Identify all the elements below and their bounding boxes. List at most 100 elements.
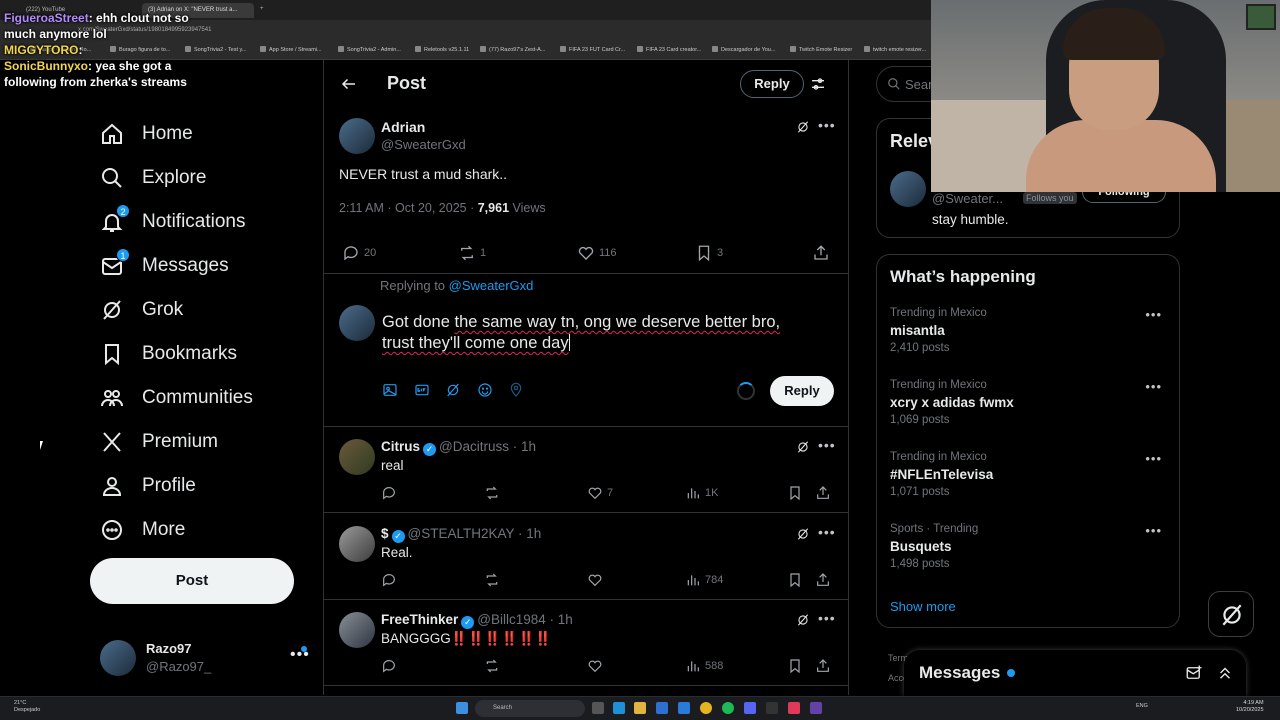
reply-author-handle[interactable]: @STEALTH2KAY [408,526,515,541]
reply-action[interactable] [381,485,401,501]
more-options-icon[interactable]: ••• [818,437,836,453]
weather-widget[interactable]: 21°C Despejado [14,700,40,714]
grok-icon[interactable] [796,613,810,627]
bookmark-item[interactable]: Twitch Emote Resizer [790,46,852,53]
trend-item[interactable]: Trending in Mexico #NFLEnTelevisa 1,071 … [890,451,1170,511]
new-message-icon[interactable] [1185,664,1203,682]
reply-list-item[interactable]: $ ✓ @STEALTH2KAY · 1h ••• Real. 784 [324,514,848,600]
share-action[interactable] [815,485,835,501]
bookmark-item[interactable]: Descargador de You... [712,46,775,53]
bookmark-action[interactable]: 3 [695,244,723,262]
reply-submit-button[interactable]: Reply [770,376,834,406]
repost-action[interactable] [484,572,504,588]
share-action[interactable] [815,658,835,674]
more-options-icon[interactable]: ••• [1145,307,1162,322]
sidebar-item-grok[interactable]: Grok [90,288,320,332]
trend-item[interactable]: Sports · Trending Busquets 1,498 posts •… [890,523,1170,583]
sidebar-item-premium[interactable]: Premium [90,420,320,464]
music-app-icon[interactable] [788,702,800,714]
reply-action[interactable] [381,572,401,588]
edge-icon[interactable] [613,702,625,714]
spotify-icon[interactable] [722,702,734,714]
share-action[interactable] [812,244,834,262]
views-action[interactable]: 784 [685,572,723,588]
like-action[interactable]: 116 [577,244,617,262]
grok-icon[interactable] [796,440,810,454]
avatar[interactable] [890,171,926,207]
more-options-icon[interactable]: ••• [818,524,836,540]
mail-app-icon[interactable] [678,702,690,714]
repost-action[interactable]: 1 [458,244,486,262]
avatar[interactable] [339,612,375,648]
bookmark-action[interactable] [787,658,807,674]
sliders-icon[interactable] [810,76,826,92]
post-button[interactable]: Post [90,558,294,604]
bookmark-item[interactable]: SongTrivia2 - Admin... [338,46,401,53]
reply-action[interactable] [381,658,401,674]
avatar[interactable] [339,118,375,154]
reply-list-item[interactable]: Citrus ✓ @Dacitruss · 1h ••• real 7 1K [324,427,848,513]
repost-action[interactable] [484,485,504,501]
file-explorer-icon[interactable] [634,702,646,714]
sidebar-item-home[interactable]: Home [90,112,320,156]
views-action[interactable]: 588 [685,658,723,674]
more-options-icon[interactable]: ••• [1145,451,1162,466]
language-indicator[interactable]: ENG [1136,703,1148,709]
grok-icon[interactable] [796,527,810,541]
taskbar-search[interactable]: Search [475,700,585,717]
emoji-icon[interactable] [477,382,493,398]
reply-action[interactable]: 20 [342,244,376,262]
post-author-name[interactable]: Adrian [381,119,425,135]
windows-start-icon[interactable] [456,702,468,714]
back-arrow-icon[interactable] [340,75,358,93]
grok-icon[interactable] [796,120,810,134]
reply-author-name[interactable]: $ [381,526,389,541]
repost-action[interactable] [484,658,504,674]
reply-time[interactable]: · 1h [513,439,536,454]
gif-icon[interactable] [414,382,430,398]
bookmark-item[interactable]: Reletools v25.1.11 [415,46,469,53]
avatar[interactable] [339,439,375,475]
reply-list-item[interactable]: FreeThinker ✓ @Billc1984 · 1h ••• BANGGGG‼… [324,600,848,686]
like-action[interactable]: 7 [587,485,613,501]
task-view-icon[interactable] [592,702,604,714]
sidebar-item-explore[interactable]: Explore [90,156,320,200]
reply-author-handle[interactable]: @Dacitruss [439,439,509,454]
location-icon[interactable] [508,382,524,398]
more-options-icon[interactable]: ••• [1145,379,1162,394]
chevron-double-up-icon[interactable] [1216,664,1234,682]
sidebar-item-messages[interactable]: 1 Messages [90,244,320,288]
grok-floating-button[interactable] [1208,591,1254,637]
like-action[interactable] [587,572,607,588]
twitch-icon[interactable] [810,702,822,714]
sidebar-item-communities[interactable]: Communities [90,376,320,420]
obs-icon[interactable] [766,702,778,714]
replying-to-handle[interactable]: @SweaterGxd [449,278,534,293]
sidebar-item-bookmarks[interactable]: Bookmarks [90,332,320,376]
sidebar-item-profile[interactable]: Profile [90,464,320,508]
trend-item[interactable]: Trending in Mexico xcry x adidas fwmx 1,… [890,379,1170,439]
reply-time[interactable]: · 1h [518,526,541,541]
sidebar-item-notifications[interactable]: 2 Notifications [90,200,320,244]
like-action[interactable] [587,658,607,674]
more-options-icon[interactable]: ••• [818,610,836,626]
bookmark-item[interactable]: (77) Razo97's Zest-A... [480,46,545,53]
sidebar-item-more[interactable]: More [90,508,320,552]
image-icon[interactable] [382,382,398,398]
show-more-link[interactable]: Show more [890,599,956,614]
relevant-person-handle[interactable]: @Sweater... [932,191,1003,206]
bookmark-action[interactable] [787,572,807,588]
reply-author-name[interactable]: Citrus [381,439,420,454]
reply-author-name[interactable]: FreeThinker [381,612,458,627]
reply-time[interactable]: · 1h [550,612,573,627]
more-options-icon[interactable]: ••• [1145,523,1162,538]
account-switcher[interactable]: Razo97 @Razo97_ ••• [100,638,310,678]
reply-author-handle[interactable]: @Billc1984 [477,612,546,627]
bookmark-item[interactable]: App Store / Streami... [260,46,322,53]
bookmark-item[interactable]: twitch emote resizer... [864,46,926,53]
post-author-handle[interactable]: @SweaterGxd [381,137,466,152]
trend-item[interactable]: Trending in Mexico misantla 2,410 posts … [890,307,1170,367]
header-reply-button[interactable]: Reply [740,70,804,98]
reply-compose-input[interactable]: Got done the same way tn, ong we deserve… [382,312,832,354]
chrome-icon[interactable] [700,702,712,714]
